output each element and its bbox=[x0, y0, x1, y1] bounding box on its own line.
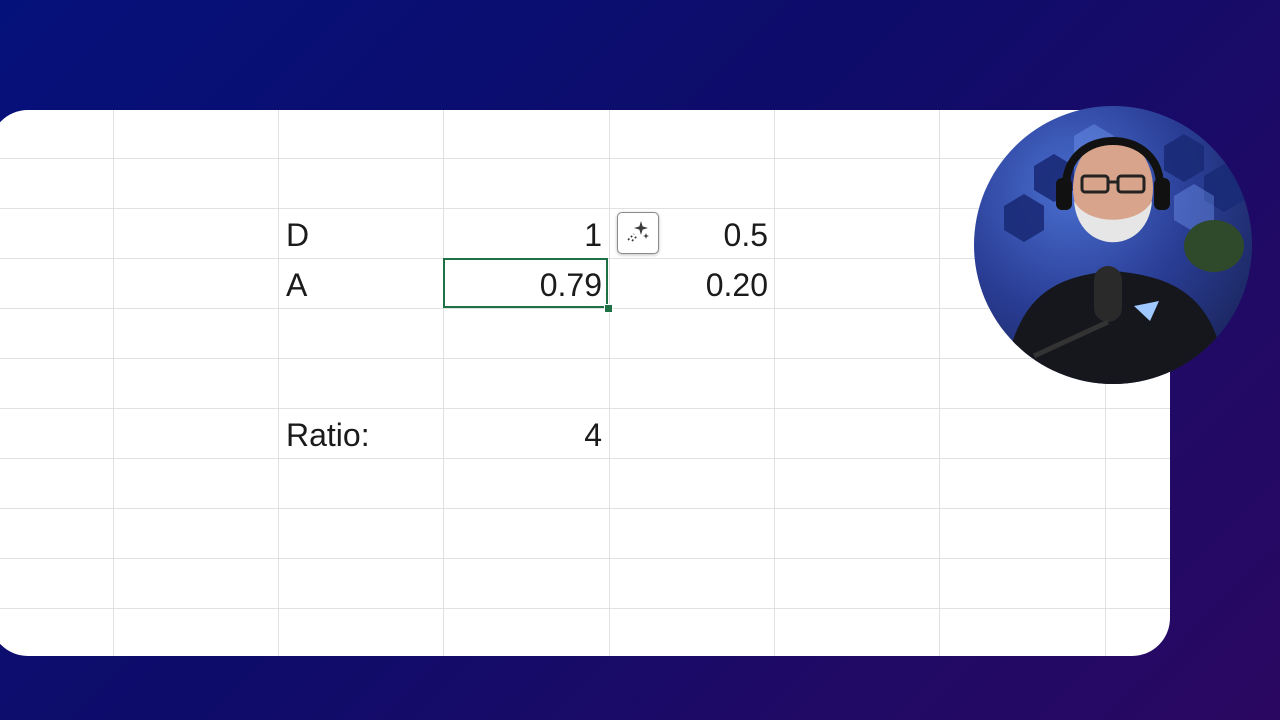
cell-value-ratio[interactable]: 4 bbox=[446, 410, 602, 460]
active-cell-selection[interactable] bbox=[443, 258, 608, 308]
gridline bbox=[939, 110, 940, 656]
cell-value-d[interactable]: 1 bbox=[446, 210, 602, 260]
presenter-webcam bbox=[974, 106, 1252, 384]
gridline bbox=[278, 110, 279, 656]
cell-label-ratio[interactable]: Ratio: bbox=[286, 410, 436, 460]
cell-label-d[interactable]: D bbox=[286, 210, 436, 260]
gridline bbox=[0, 558, 1170, 559]
gridline bbox=[774, 110, 775, 656]
quick-analysis-button[interactable] bbox=[617, 212, 659, 254]
presenter-illustration bbox=[1004, 124, 1244, 384]
gridline bbox=[0, 158, 1170, 159]
gridline bbox=[609, 110, 610, 656]
gridline bbox=[443, 110, 444, 656]
gridline bbox=[0, 408, 1170, 409]
gridline bbox=[0, 358, 1170, 359]
cell-label-a[interactable]: A bbox=[286, 260, 436, 310]
gridline bbox=[0, 508, 1170, 509]
cell-value2-a[interactable]: 0.20 bbox=[612, 260, 768, 310]
gridline bbox=[113, 110, 114, 656]
gridline bbox=[0, 608, 1170, 609]
fill-handle[interactable] bbox=[604, 304, 613, 313]
sparkle-icon bbox=[625, 218, 651, 249]
